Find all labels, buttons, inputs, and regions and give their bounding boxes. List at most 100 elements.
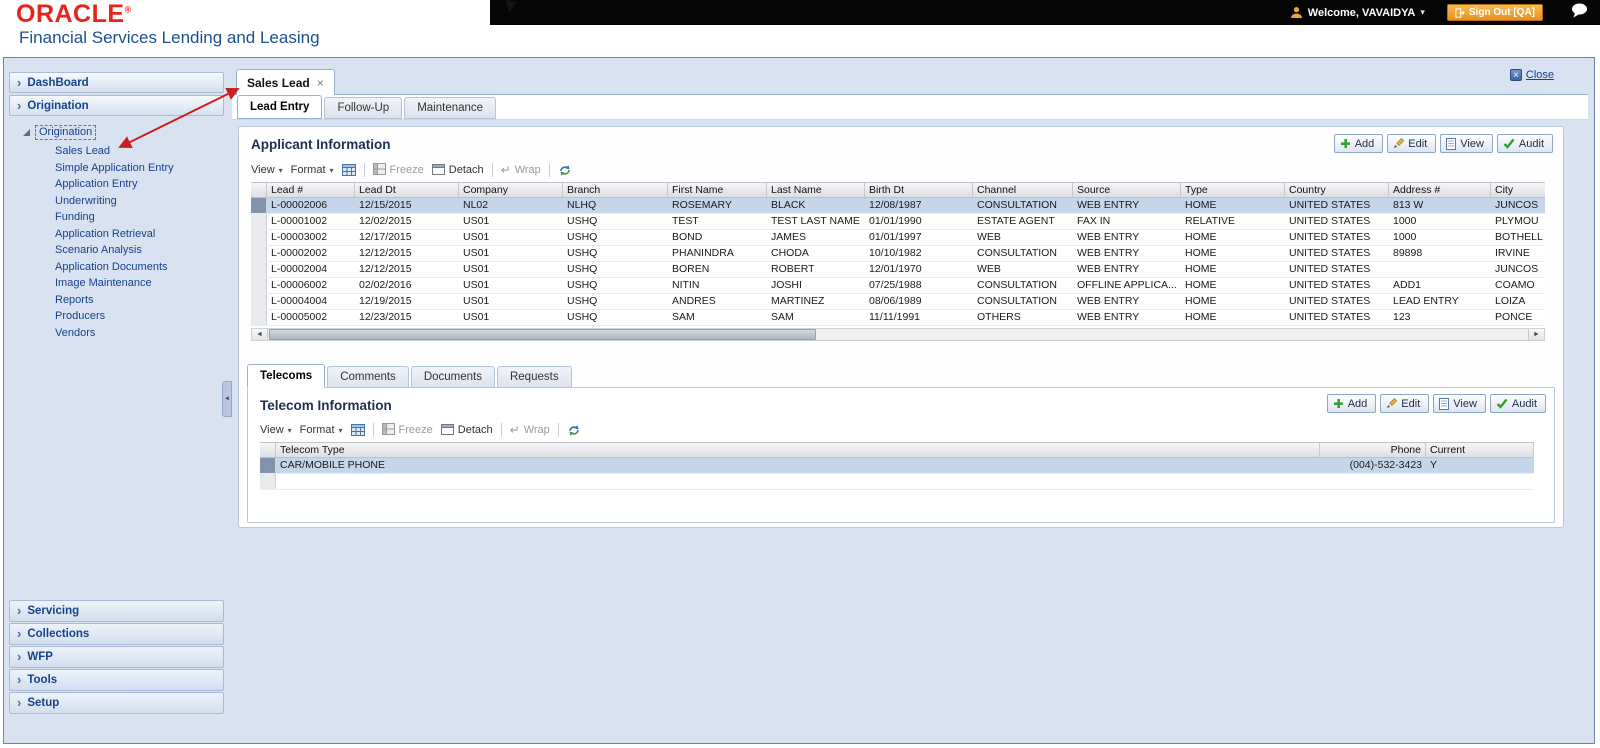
horizontal-scrollbar[interactable]: ◄ ► (251, 328, 1545, 341)
detail-tab-telecoms[interactable]: Telecoms (247, 364, 326, 388)
column-header-country[interactable]: Country (1285, 183, 1389, 197)
window-tab-sales-lead[interactable]: Sales Lead × (236, 69, 335, 95)
sidebar-item-producers[interactable]: Producers (55, 308, 224, 325)
add-button[interactable]: Add (1333, 134, 1384, 153)
view-button[interactable]: View (1440, 134, 1493, 153)
sidebar-section-tools[interactable]: › Tools (9, 669, 224, 691)
table-row[interactable]: CAR/MOBILE PHONE (004)-532-3423 Y (260, 458, 1534, 474)
sidebar-item-reports[interactable]: Reports (55, 292, 224, 309)
detach-button[interactable]: Detach (440, 423, 493, 438)
format-menu-button[interactable]: Format ▾ (300, 424, 343, 436)
sidebar-item-simple-application-entry[interactable]: Simple Application Entry (55, 160, 224, 177)
table-row[interactable]: L-00002006 12/15/2015 NL02 NLHQ ROSEMARY BLAC… (251, 198, 1545, 214)
column-header-phone[interactable]: Phone (1320, 443, 1426, 457)
tree-items: Sales Lead Simple Application Entry Applic… (55, 143, 224, 341)
cell: IRVINE (1495, 247, 1530, 259)
sidebar-section-setup[interactable]: › Setup (9, 692, 224, 714)
cell: HOME (1185, 295, 1217, 307)
column-header-channel[interactable]: Channel (973, 183, 1073, 197)
table-row[interactable]: L-00001002 12/02/2015 US01 USHQ TEST TEST LAS… (251, 214, 1545, 230)
cell: (004)-532-3423 (1349, 459, 1422, 471)
sidebar-section-wfp[interactable]: › WFP (9, 646, 224, 668)
view-menu-button[interactable]: View ▾ (260, 424, 292, 436)
sidebar-item-application-entry[interactable]: Application Entry (55, 176, 224, 193)
audit-button[interactable]: Audit (1496, 134, 1553, 153)
sign-out-button[interactable]: Sign Out [QA] (1446, 4, 1543, 21)
sidebar-item-scenario-analysis[interactable]: Scenario Analysis (55, 242, 224, 259)
view-button[interactable]: View (1433, 394, 1486, 413)
chat-bubble-icon[interactable] (1571, 3, 1588, 23)
table-row[interactable]: L-00004004 12/19/2015 US01 USHQ ANDRES MARTIN… (251, 294, 1545, 310)
sidebar-section-servicing[interactable]: › Servicing (9, 600, 224, 622)
close-button[interactable]: × Close (1509, 69, 1554, 81)
chevron-right-icon: › (17, 74, 22, 90)
column-header-lead-dt[interactable]: Lead Dt (355, 183, 459, 197)
audit-button[interactable]: Audit (1489, 394, 1546, 413)
column-header-branch[interactable]: Branch (563, 183, 668, 197)
refresh-icon[interactable] (558, 164, 572, 177)
cell: CONSULTATION (977, 295, 1057, 307)
table-row[interactable]: L-00002002 12/12/2015 US01 USHQ PHANINDRA CHO… (251, 246, 1545, 262)
sidebar-item-sales-lead[interactable]: Sales Lead (55, 143, 224, 160)
freeze-button[interactable]: Freeze (381, 422, 433, 438)
column-header-city[interactable]: City (1491, 183, 1545, 197)
tab-follow-up[interactable]: Follow-Up (324, 97, 403, 119)
sidebar-item-vendors[interactable]: Vendors (55, 325, 224, 342)
sidebar-item-application-documents[interactable]: Application Documents (55, 259, 224, 276)
table-row[interactable]: L-00005002 12/23/2015 US01 USHQ SAM SAM 11/11/… (251, 310, 1545, 326)
sidebar-collapse-handle[interactable]: ◄ (222, 381, 232, 417)
add-button[interactable]: Add (1326, 394, 1377, 413)
doc-icon (1446, 137, 1457, 150)
window-tab-strip: Sales Lead × × Close (232, 64, 1588, 95)
detail-tab-comments[interactable]: Comments (327, 366, 409, 388)
refresh-icon[interactable] (567, 424, 581, 437)
column-header-current[interactable]: Current (1426, 443, 1534, 457)
format-menu-button[interactable]: Format ▾ (291, 164, 334, 176)
scrollbar-thumb[interactable] (269, 329, 816, 340)
table-row[interactable]: L-00002004 12/12/2015 US01 USHQ BOREN ROBERT 1… (251, 262, 1545, 278)
sidebar-item-application-retrieval[interactable]: Application Retrieval (55, 226, 224, 243)
sidebar-section-dashboard[interactable]: › DashBoard (9, 72, 224, 93)
view-menu-button[interactable]: View ▾ (251, 164, 283, 176)
sidebar-item-image-maintenance[interactable]: Image Maintenance (55, 275, 224, 292)
sidebar-item-underwriting[interactable]: Underwriting (55, 193, 224, 210)
column-header-type[interactable]: Type (1181, 183, 1285, 197)
detach-button[interactable]: Detach (431, 163, 484, 178)
wrap-button[interactable]: ↵ Wrap (501, 164, 541, 176)
cell: WEB ENTRY (1077, 247, 1140, 259)
wrap-icon: ↵ (500, 163, 511, 177)
column-header-first-name[interactable]: First Name (668, 183, 767, 197)
edit-button[interactable]: Edit (1380, 394, 1430, 413)
tab-close-icon[interactable]: × (317, 76, 324, 90)
sidebar-item-funding[interactable]: Funding (55, 209, 224, 226)
table-row[interactable]: L-00006002 02/02/2016 US01 USHQ NITIN JOSHI 07… (251, 278, 1545, 294)
tree-root-origination[interactable]: Origination (23, 125, 224, 140)
scroll-right-icon[interactable]: ► (1528, 329, 1544, 340)
scroll-left-icon[interactable]: ◄ (252, 329, 268, 340)
column-header-last-name[interactable]: Last Name (767, 183, 865, 197)
wrap-button[interactable]: ↵ Wrap (510, 424, 550, 436)
column-header-company[interactable]: Company (459, 183, 563, 197)
detail-tab-requests[interactable]: Requests (496, 366, 572, 388)
column-header-source[interactable]: Source (1073, 183, 1181, 197)
column-header-address[interactable]: Address # (1389, 183, 1491, 197)
table-row[interactable]: L-00003002 12/17/2015 US01 USHQ BOND JAMES 01/… (251, 230, 1545, 246)
tab-maintenance[interactable]: Maintenance (404, 97, 497, 119)
table-columns-icon[interactable] (341, 164, 356, 176)
tab-lead-entry[interactable]: Lead Entry (237, 95, 323, 119)
sidebar-section-collections[interactable]: › Collections (9, 623, 224, 645)
column-header-telecom-type[interactable]: Telecom Type (276, 443, 1320, 457)
freeze-label: Freeze (389, 164, 424, 176)
applicant-toolbar: View ▾ Format ▾ Freeze Detach ↵ Wrap (251, 160, 572, 180)
freeze-button[interactable]: Freeze (372, 162, 424, 178)
tree-expand-icon[interactable] (23, 129, 30, 136)
table-header-row: Telecom Type Phone Current (260, 442, 1534, 458)
detail-tab-documents[interactable]: Documents (410, 366, 495, 388)
column-header-lead[interactable]: Lead # (267, 183, 355, 197)
sidebar-section-origination[interactable]: › Origination (9, 95, 224, 116)
table-columns-icon[interactable] (350, 424, 365, 436)
user-menu[interactable]: Welcome, VAVAIDYA ▾ (1290, 6, 1425, 19)
table-row[interactable] (260, 474, 1534, 490)
edit-button[interactable]: Edit (1387, 134, 1437, 153)
column-header-birth-dt[interactable]: Birth Dt (865, 183, 973, 197)
